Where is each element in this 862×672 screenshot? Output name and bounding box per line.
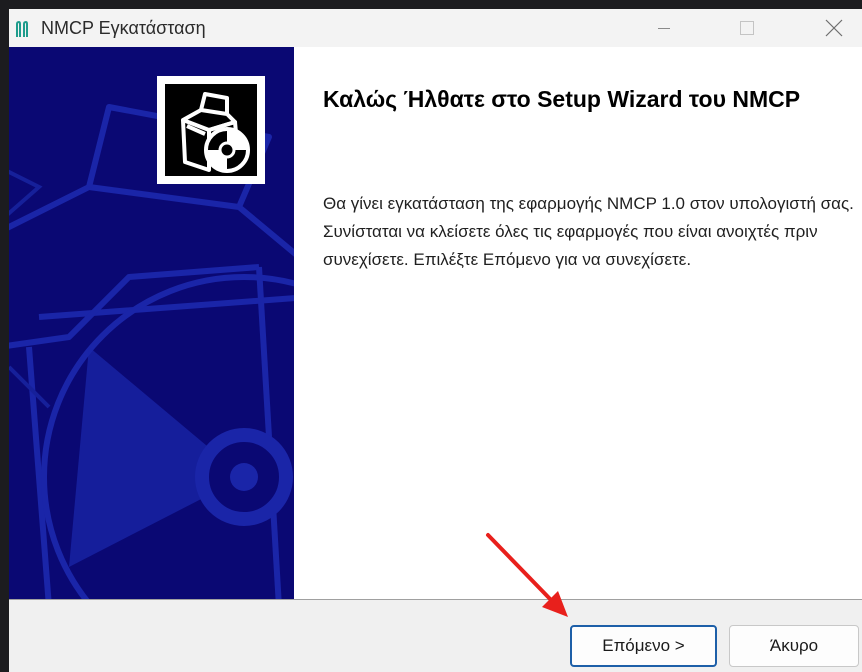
box-and-disc-icon xyxy=(181,92,250,173)
button-bar: Επόμενο > Άκυρο xyxy=(9,599,862,672)
wizard-content: Καλώς Ήλθατε στο Setup Wizard του NMCP Θ… xyxy=(9,47,862,607)
next-button[interactable]: Επόμενο > xyxy=(570,625,717,667)
maximize-button[interactable] xyxy=(720,9,774,47)
nmcp-app-icon xyxy=(16,21,28,37)
minimize-icon xyxy=(658,28,670,29)
maximize-icon xyxy=(740,21,754,35)
wizard-side-banner xyxy=(9,47,294,607)
welcome-heading: Καλώς Ήλθατε στο Setup Wizard του NMCP xyxy=(323,86,801,112)
title-bar[interactable]: NMCP Εγκατάσταση xyxy=(9,9,862,47)
welcome-description: Θα γίνει εγκατάσταση της εφαρμογής NMCP … xyxy=(323,194,854,269)
wizard-logo xyxy=(157,76,265,184)
minimize-button[interactable] xyxy=(637,9,691,47)
cancel-button[interactable]: Άκυρο xyxy=(729,625,859,667)
close-icon xyxy=(825,19,843,37)
close-button[interactable] xyxy=(807,9,861,47)
window-title: NMCP Εγκατάσταση xyxy=(41,18,206,38)
setup-wizard-window: NMCP Εγκατάσταση Καλώς Ήλθατε στο Setup … xyxy=(9,9,862,672)
